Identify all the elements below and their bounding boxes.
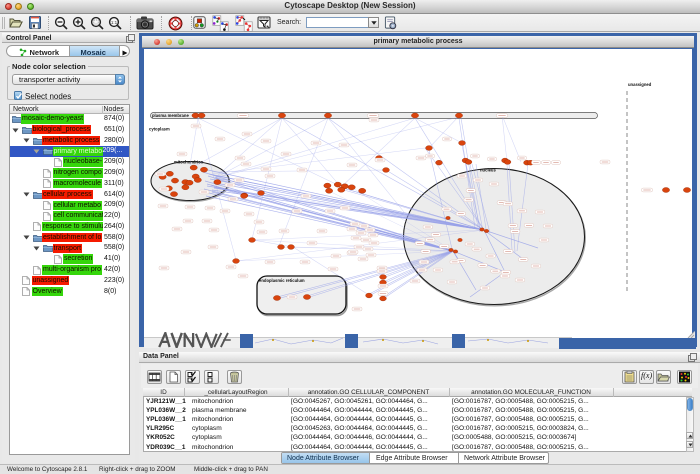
svg-text:endoplasmic reticulum: endoplasmic reticulum xyxy=(259,278,305,283)
svg-text:plasma membrane: plasma membrane xyxy=(152,113,189,118)
svg-text:1:1: 1:1 xyxy=(111,20,118,25)
svg-text:nucleus: nucleus xyxy=(480,168,496,173)
svg-text:unassigned: unassigned xyxy=(628,82,652,87)
svg-text:cytoplasm: cytoplasm xyxy=(149,127,170,132)
